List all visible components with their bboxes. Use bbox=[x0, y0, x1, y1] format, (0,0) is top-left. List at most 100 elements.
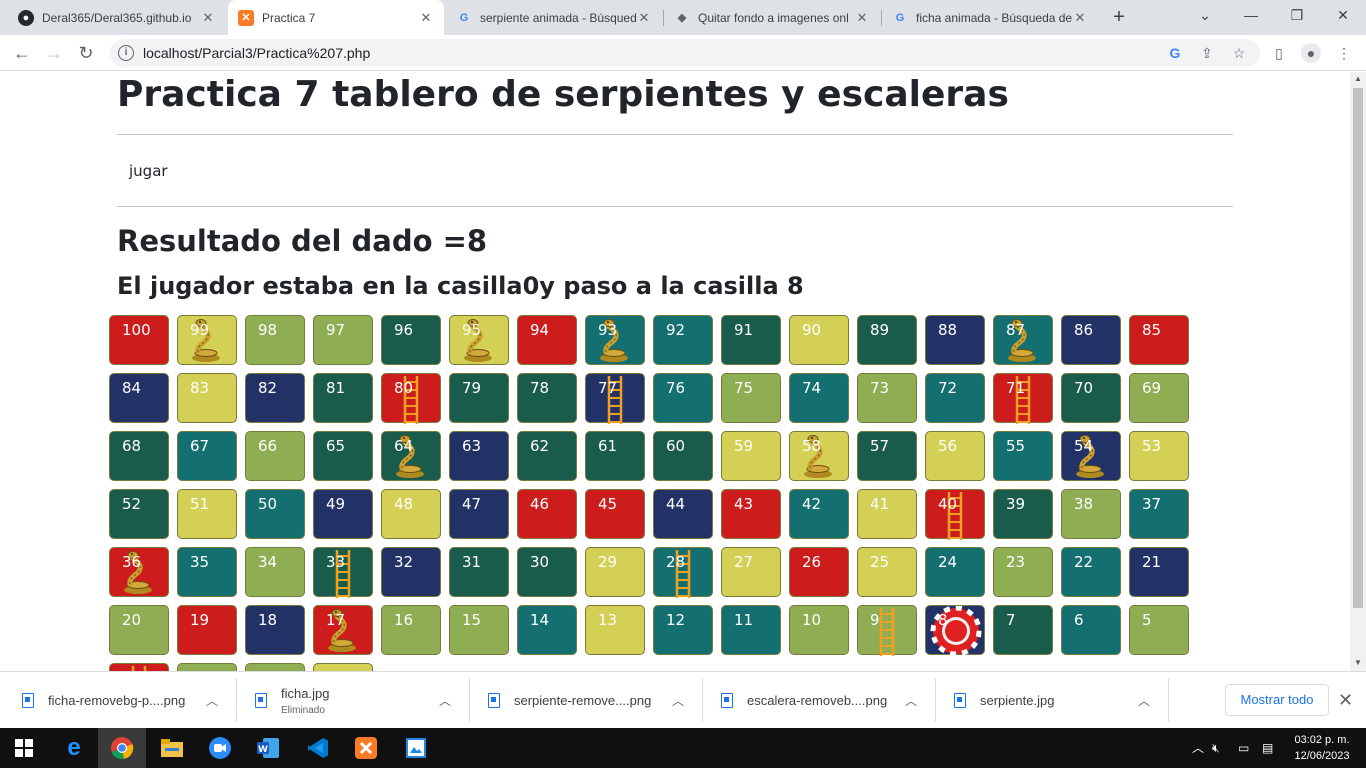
chevron-up-icon[interactable]: ︿ bbox=[439, 692, 451, 709]
cell-number: 22 bbox=[1074, 553, 1094, 571]
board-cell: 92 bbox=[653, 315, 713, 365]
board-cell: 38 bbox=[1061, 489, 1121, 539]
cell-number: 82 bbox=[258, 379, 278, 397]
cell-number: 90 bbox=[802, 321, 822, 339]
player-chip-icon bbox=[930, 606, 982, 656]
google-translate-icon[interactable]: G bbox=[1166, 44, 1184, 62]
tab-search-chevron-icon[interactable]: ⌄ bbox=[1182, 0, 1228, 30]
menu-kebab-icon[interactable]: ⋮ bbox=[1334, 43, 1354, 63]
ladder-icon bbox=[131, 666, 147, 671]
word-icon[interactable]: W bbox=[244, 728, 292, 768]
side-panel-icon[interactable]: ▯ bbox=[1269, 43, 1289, 63]
site-info-icon[interactable]: i bbox=[118, 45, 134, 61]
board-cell: 80 bbox=[381, 373, 441, 424]
cell-number: 94 bbox=[530, 321, 550, 339]
tab-ficha-search[interactable]: G ficha animada - Búsqueda de ✕ bbox=[882, 0, 1098, 35]
zoom-icon[interactable] bbox=[196, 728, 244, 768]
download-item[interactable]: serpiente.jpg ︿ bbox=[954, 672, 1164, 729]
close-tab-icon[interactable]: ✕ bbox=[1072, 10, 1088, 26]
share-icon[interactable]: ⇪ bbox=[1198, 44, 1216, 62]
board-cell: 78 bbox=[517, 373, 577, 423]
board-cell: 25 bbox=[857, 547, 917, 597]
file-explorer-icon[interactable] bbox=[148, 728, 196, 768]
board-cell: 30 bbox=[517, 547, 577, 597]
address-bar[interactable]: i localhost/Parcial3/Practica%207.php G … bbox=[110, 39, 1260, 67]
board-cell: 7 bbox=[993, 605, 1053, 655]
cell-number: 26 bbox=[802, 553, 822, 571]
board-cell: 29 bbox=[585, 547, 645, 597]
divider bbox=[469, 678, 470, 722]
edge-icon[interactable]: e bbox=[50, 728, 98, 768]
windows-start-icon[interactable] bbox=[0, 728, 48, 768]
board-cell: 31 bbox=[449, 547, 509, 597]
scroll-up-arrow-icon[interactable]: ▲ bbox=[1353, 74, 1363, 83]
notifications-icon[interactable]: ▤ bbox=[1262, 728, 1273, 768]
board-cell: 40 bbox=[925, 489, 985, 540]
board-cell: 79 bbox=[449, 373, 509, 423]
download-item[interactable]: ficha.jpg Eliminado ︿ bbox=[255, 672, 465, 729]
chevron-up-icon[interactable]: ︿ bbox=[1138, 692, 1150, 709]
cell-number: 16 bbox=[394, 611, 414, 629]
restore-button[interactable]: ❐ bbox=[1274, 0, 1320, 30]
tab-github[interactable]: ● Deral365/Deral365.github.io ✕ bbox=[8, 0, 226, 35]
chrome-icon[interactable] bbox=[98, 728, 146, 768]
chevron-up-icon[interactable]: ︿ bbox=[672, 692, 684, 709]
new-tab-button[interactable]: + bbox=[1108, 6, 1130, 28]
system-clock[interactable]: 03:02 p. m. 12/06/2023 bbox=[1288, 732, 1356, 764]
cell-number: 13 bbox=[598, 611, 618, 629]
network-icon[interactable]: ▭ bbox=[1238, 728, 1249, 768]
tab-serpiente-search[interactable]: G serpiente animada - Búsqued ✕ bbox=[446, 0, 662, 35]
tab-removebg[interactable]: ◆ Quitar fondo a imagenes onl ✕ bbox=[664, 0, 880, 35]
download-item[interactable]: ficha-removebg-p....png ︿ bbox=[22, 672, 232, 729]
xampp-taskbar-icon[interactable] bbox=[342, 728, 390, 768]
photos-icon[interactable] bbox=[392, 728, 440, 768]
volume-muted-icon[interactable]: 🔇︎ bbox=[1212, 728, 1220, 768]
back-button[interactable]: ← bbox=[10, 41, 34, 65]
close-tab-icon[interactable]: ✕ bbox=[200, 10, 216, 26]
download-item[interactable]: serpiente-remove....png ︿ bbox=[488, 672, 698, 729]
board-cell: 90 bbox=[789, 315, 849, 365]
cell-number: 33 bbox=[326, 553, 346, 571]
jugar-link[interactable]: jugar bbox=[129, 162, 168, 180]
chevron-up-icon[interactable]: ︿ bbox=[905, 692, 917, 709]
board-cell bbox=[177, 663, 237, 671]
cell-number: 72 bbox=[938, 379, 958, 397]
profile-avatar-icon[interactable]: ● bbox=[1301, 43, 1321, 63]
vscode-icon[interactable] bbox=[294, 728, 342, 768]
cell-number: 15 bbox=[462, 611, 482, 629]
cell-number: 60 bbox=[666, 437, 686, 455]
cell-number: 38 bbox=[1074, 495, 1094, 513]
close-window-button[interactable]: ✕ bbox=[1320, 0, 1366, 30]
board-cell: 16 bbox=[381, 605, 441, 655]
download-item[interactable]: escalera-removeb....png ︿ bbox=[721, 672, 931, 729]
board-cell: 100 bbox=[109, 315, 169, 365]
move-text-heading: El jugador estaba en la casilla0y paso a… bbox=[117, 272, 804, 300]
close-tab-icon[interactable]: ✕ bbox=[854, 10, 870, 26]
board-cell: 37 bbox=[1129, 489, 1189, 539]
close-downloads-icon[interactable]: ✕ bbox=[1338, 690, 1353, 711]
url-text[interactable]: localhost/Parcial3/Practica%207.php bbox=[143, 45, 370, 61]
forward-button[interactable]: → bbox=[42, 41, 66, 65]
vertical-scrollbar[interactable]: ▲ ▼ bbox=[1350, 72, 1366, 671]
chevron-up-icon[interactable]: ︿ bbox=[206, 692, 218, 709]
close-tab-icon[interactable]: ✕ bbox=[636, 10, 652, 26]
bookmark-star-icon[interactable]: ☆ bbox=[1230, 44, 1248, 62]
browser-toolbar: ← → ↻ i localhost/Parcial3/Practica%207.… bbox=[0, 35, 1366, 71]
scrollbar-thumb[interactable] bbox=[1353, 88, 1363, 608]
cell-number: 57 bbox=[870, 437, 890, 455]
show-all-downloads-button[interactable]: Mostrar todo bbox=[1225, 684, 1329, 716]
board-cell: 62 bbox=[517, 431, 577, 481]
tab-title: ficha animada - Búsqueda de bbox=[916, 10, 1072, 25]
reload-button[interactable]: ↻ bbox=[74, 41, 98, 65]
show-hidden-icons-chevron[interactable]: ︿ bbox=[1192, 728, 1204, 768]
tab-practica-7[interactable]: ✕ Practica 7 ✕ bbox=[228, 0, 444, 35]
scroll-down-arrow-icon[interactable]: ▼ bbox=[1353, 658, 1363, 667]
board-cell: 6 bbox=[1061, 605, 1121, 655]
board-cell: 61 bbox=[585, 431, 645, 481]
google-icon: G bbox=[895, 11, 905, 24]
download-name: serpiente.jpg bbox=[980, 693, 1055, 708]
minimize-button[interactable]: — bbox=[1228, 0, 1274, 30]
close-tab-icon[interactable]: ✕ bbox=[418, 10, 434, 26]
cell-number: 31 bbox=[462, 553, 482, 571]
board-cell: 47 bbox=[449, 489, 509, 539]
